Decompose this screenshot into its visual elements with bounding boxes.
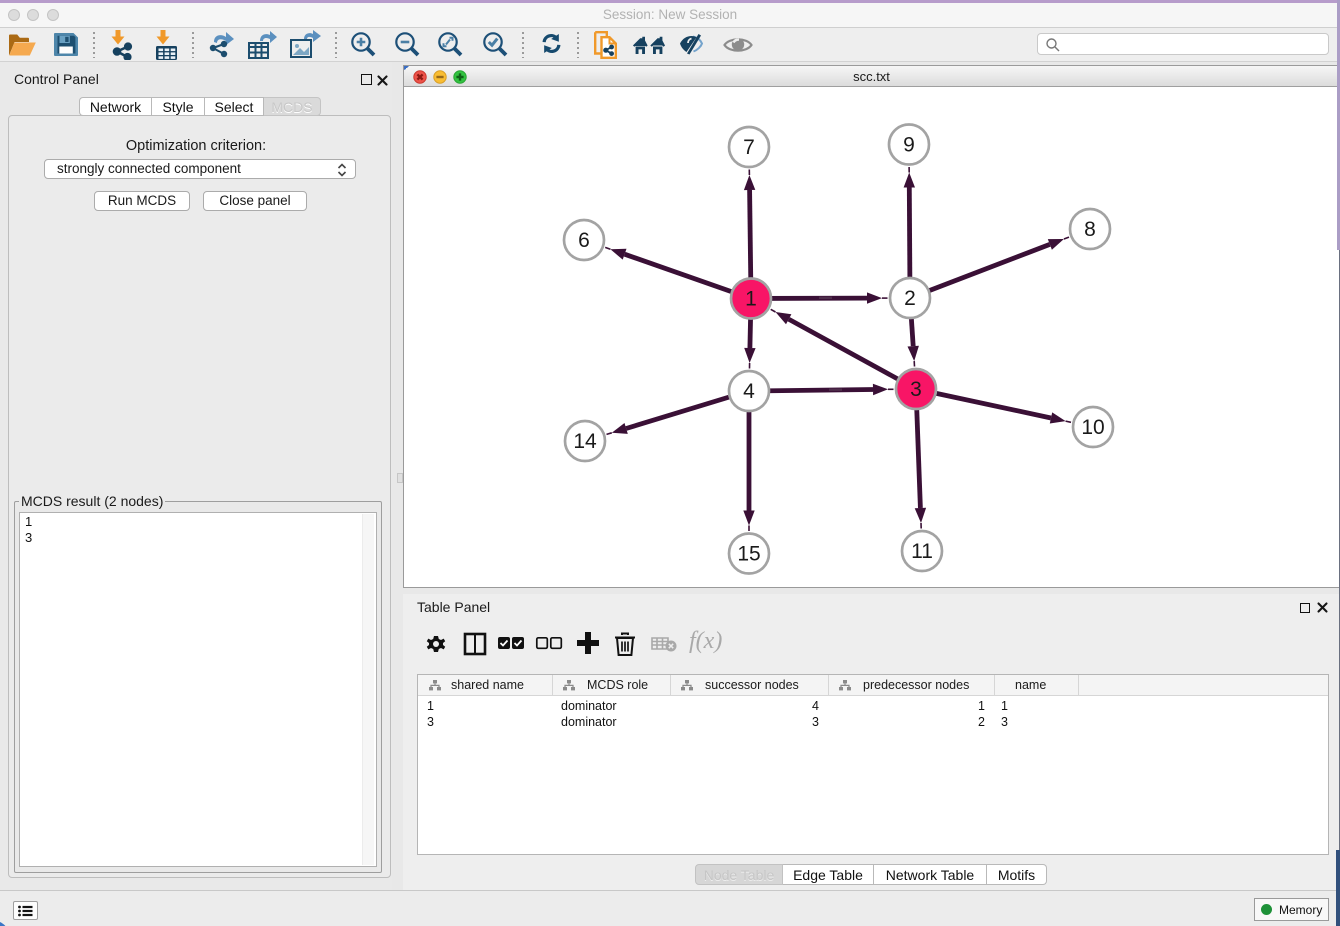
- svg-text:15: 15: [737, 543, 760, 566]
- svg-text:8: 8: [1084, 218, 1096, 241]
- svg-text:3: 3: [910, 378, 922, 401]
- svg-text:7: 7: [743, 136, 755, 159]
- svg-text:2: 2: [904, 287, 916, 310]
- svg-text:11: 11: [911, 540, 933, 563]
- svg-text:1: 1: [745, 288, 757, 311]
- svg-text:14: 14: [573, 430, 597, 453]
- svg-text:4: 4: [743, 380, 755, 403]
- svg-text:10: 10: [1081, 416, 1104, 439]
- svg-text:6: 6: [578, 229, 590, 252]
- svg-text:9: 9: [903, 134, 915, 157]
